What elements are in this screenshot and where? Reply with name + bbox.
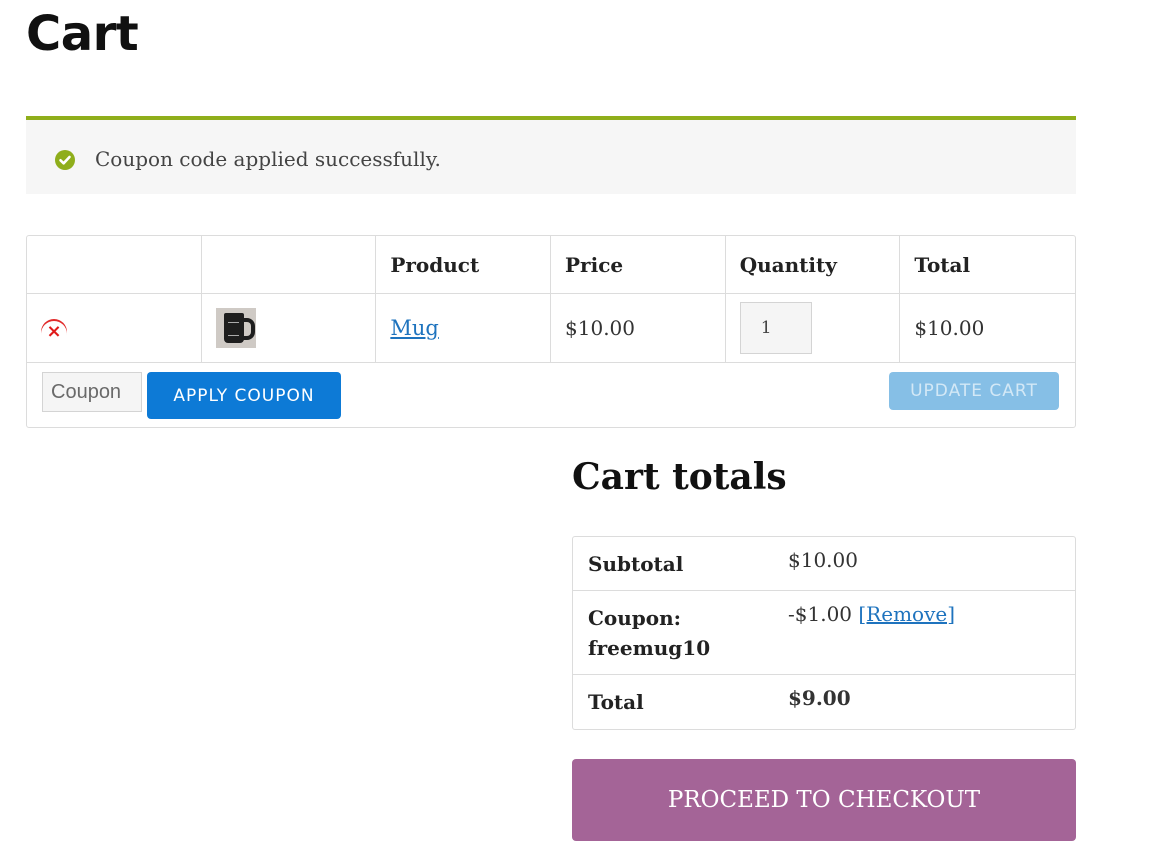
coupon-row: Coupon: freemug10 -$1.00 [Remove] [573, 591, 1075, 675]
coupon-label: Coupon: freemug10 [588, 606, 711, 660]
cart-item-thumbnail-cell [202, 294, 377, 362]
page-title: Cart [26, 6, 139, 62]
proceed-to-checkout-button[interactable]: PROCEED TO CHECKOUT [572, 759, 1076, 841]
header-remove [27, 236, 202, 293]
cart-item-quantity-cell [726, 294, 901, 362]
total-row: Total $9.00 [573, 675, 1075, 729]
cart-item-total: $10.00 [914, 316, 985, 340]
quantity-input[interactable] [739, 302, 812, 354]
cart-item-row: × Mug $10.00 $10.00 [27, 294, 1075, 363]
mug-print [227, 322, 239, 336]
product-link[interactable]: Mug [390, 316, 438, 340]
coupon-value-cell: -$1.00 [Remove] [773, 591, 1075, 674]
remove-coupon-link[interactable]: [Remove] [858, 602, 955, 626]
update-cart-button[interactable]: UPDATE CART [889, 372, 1059, 410]
notice-message: Coupon code applied successfully. [95, 147, 441, 171]
coupon-discount: -$1.00 [788, 602, 853, 626]
cart-page: Cart Coupon code applied successfully. P… [0, 0, 1171, 856]
remove-x-icon[interactable]: × [41, 319, 67, 345]
cart-table-header: Product Price Quantity Total [27, 236, 1075, 294]
mug-handle [241, 318, 255, 340]
header-thumbnail [202, 236, 377, 293]
header-quantity: Quantity [726, 236, 901, 293]
total-label: Total [588, 690, 644, 714]
cart-totals-title: Cart totals [572, 456, 787, 498]
header-product: Product [376, 236, 552, 293]
header-price: Price [551, 236, 726, 293]
apply-coupon-button[interactable]: APPLY COUPON [147, 372, 341, 419]
mug-thumbnail[interactable] [215, 308, 256, 348]
header-total: Total [914, 252, 971, 277]
subtotal-row: Subtotal $10.00 [573, 537, 1075, 591]
cart-totals-table: Subtotal $10.00 Coupon: freemug10 -$1.00… [572, 536, 1076, 730]
check-circle-icon [55, 150, 75, 170]
subtotal-value: $10.00 [788, 548, 858, 572]
cart-item-product-cell: Mug [376, 294, 552, 362]
cart-item-remove-cell: × [27, 294, 202, 362]
coupon-success-notice: Coupon code applied successfully. [26, 116, 1076, 194]
total-value: $9.00 [788, 686, 851, 710]
cart-item-price: $10.00 [551, 294, 726, 362]
coupon-input[interactable] [42, 372, 142, 412]
cart-actions: APPLY COUPON UPDATE CART [27, 363, 1075, 427]
subtotal-label: Subtotal [588, 552, 684, 576]
cart-table: Product Price Quantity Total × Mug $10.0… [26, 235, 1076, 428]
